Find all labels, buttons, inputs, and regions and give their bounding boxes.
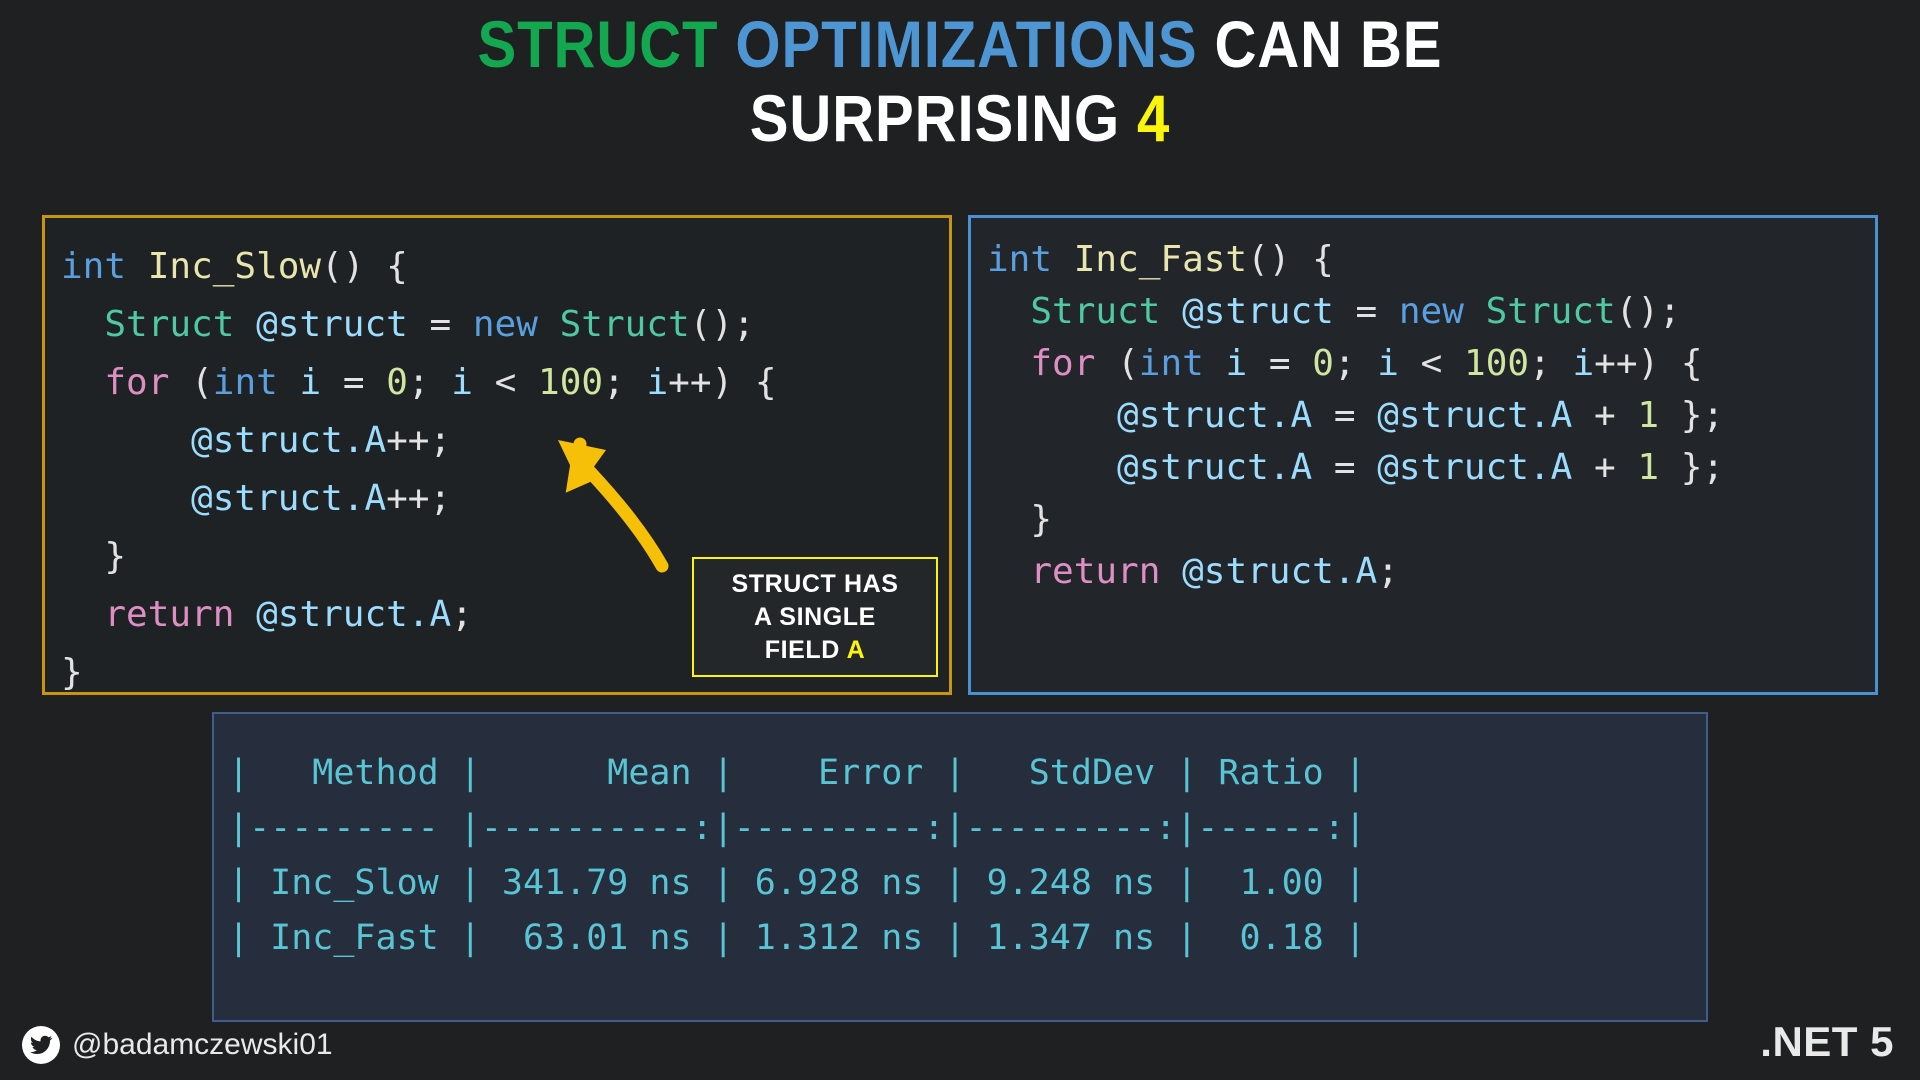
callout-line-1: STRUCT HAS bbox=[731, 569, 899, 598]
title-word-struct: STRUCT bbox=[477, 7, 719, 81]
title-word-number: 4 bbox=[1137, 80, 1171, 155]
callout-line-3-highlight: A bbox=[846, 635, 866, 664]
callout-line-3-prefix: FIELD bbox=[764, 635, 847, 664]
twitter-bird-icon bbox=[22, 1026, 60, 1064]
code-line-fast-2: for (int i = 0; i < 100; i++) { bbox=[1030, 343, 1703, 384]
code-line-fast-4: @struct.A = @struct.A + 1 }; bbox=[1117, 447, 1725, 488]
code-line-slow-6: return @struct.A; bbox=[104, 594, 473, 635]
table-row: | Inc_Fast | 63.01 ns | 1.312 ns | 1.347… bbox=[228, 918, 1366, 958]
title-word-can-be: CAN BE bbox=[1214, 7, 1443, 81]
code-panel-inc-fast: int Inc_Fast() { Struct @struct = new St… bbox=[968, 215, 1878, 695]
code-line-slow-0: int Inc_Slow() { bbox=[61, 246, 408, 287]
callout-line-2: A SINGLE bbox=[754, 602, 876, 631]
code-line-fast-5: } bbox=[1030, 499, 1053, 540]
code-line-slow-4: @struct.A++; bbox=[191, 478, 452, 519]
code-line-slow-3: @struct.A++; bbox=[191, 420, 452, 461]
page-title: STRUCT OPTIMIZATIONS CAN BE SURPRISING 4 bbox=[115, 7, 1805, 156]
callout-struct-single-field: STRUCT HAS A SINGLE FIELD A bbox=[692, 557, 938, 677]
table-row: | Inc_Slow | 341.79 ns | 6.928 ns | 9.24… bbox=[228, 863, 1366, 903]
platform-badge: .NET 5 bbox=[1760, 1018, 1894, 1065]
table-header-row: | Method | Mean | Error | StdDev | Ratio… bbox=[228, 753, 1366, 793]
code-line-fast-0: int Inc_Fast() { bbox=[987, 239, 1334, 280]
table-separator-row: |--------- |----------:|---------:|-----… bbox=[228, 808, 1366, 848]
code-line-slow-2: for (int i = 0; i < 100; i++) { bbox=[104, 362, 777, 403]
code-line-fast-6: return @struct.A; bbox=[1030, 551, 1399, 592]
code-line-slow-7: } bbox=[61, 652, 83, 693]
benchmark-results-table: | Method | Mean | Error | StdDev | Ratio… bbox=[212, 712, 1708, 1022]
title-word-optimizations: OPTIMIZATIONS bbox=[735, 7, 1198, 81]
title-word-surprising: SURPRISING bbox=[749, 80, 1121, 155]
code-line-fast-3: @struct.A = @struct.A + 1 }; bbox=[1117, 395, 1725, 436]
twitter-handle[interactable]: @badamczewski01 bbox=[22, 1026, 333, 1064]
code-line-slow-5: } bbox=[104, 536, 127, 577]
twitter-handle-label: @badamczewski01 bbox=[72, 1028, 333, 1061]
callout-text: STRUCT HAS A SINGLE FIELD A bbox=[731, 568, 898, 667]
code-line-slow-1: Struct @struct = new Struct(); bbox=[104, 304, 755, 345]
code-line-fast-1: Struct @struct = new Struct(); bbox=[1030, 291, 1681, 332]
